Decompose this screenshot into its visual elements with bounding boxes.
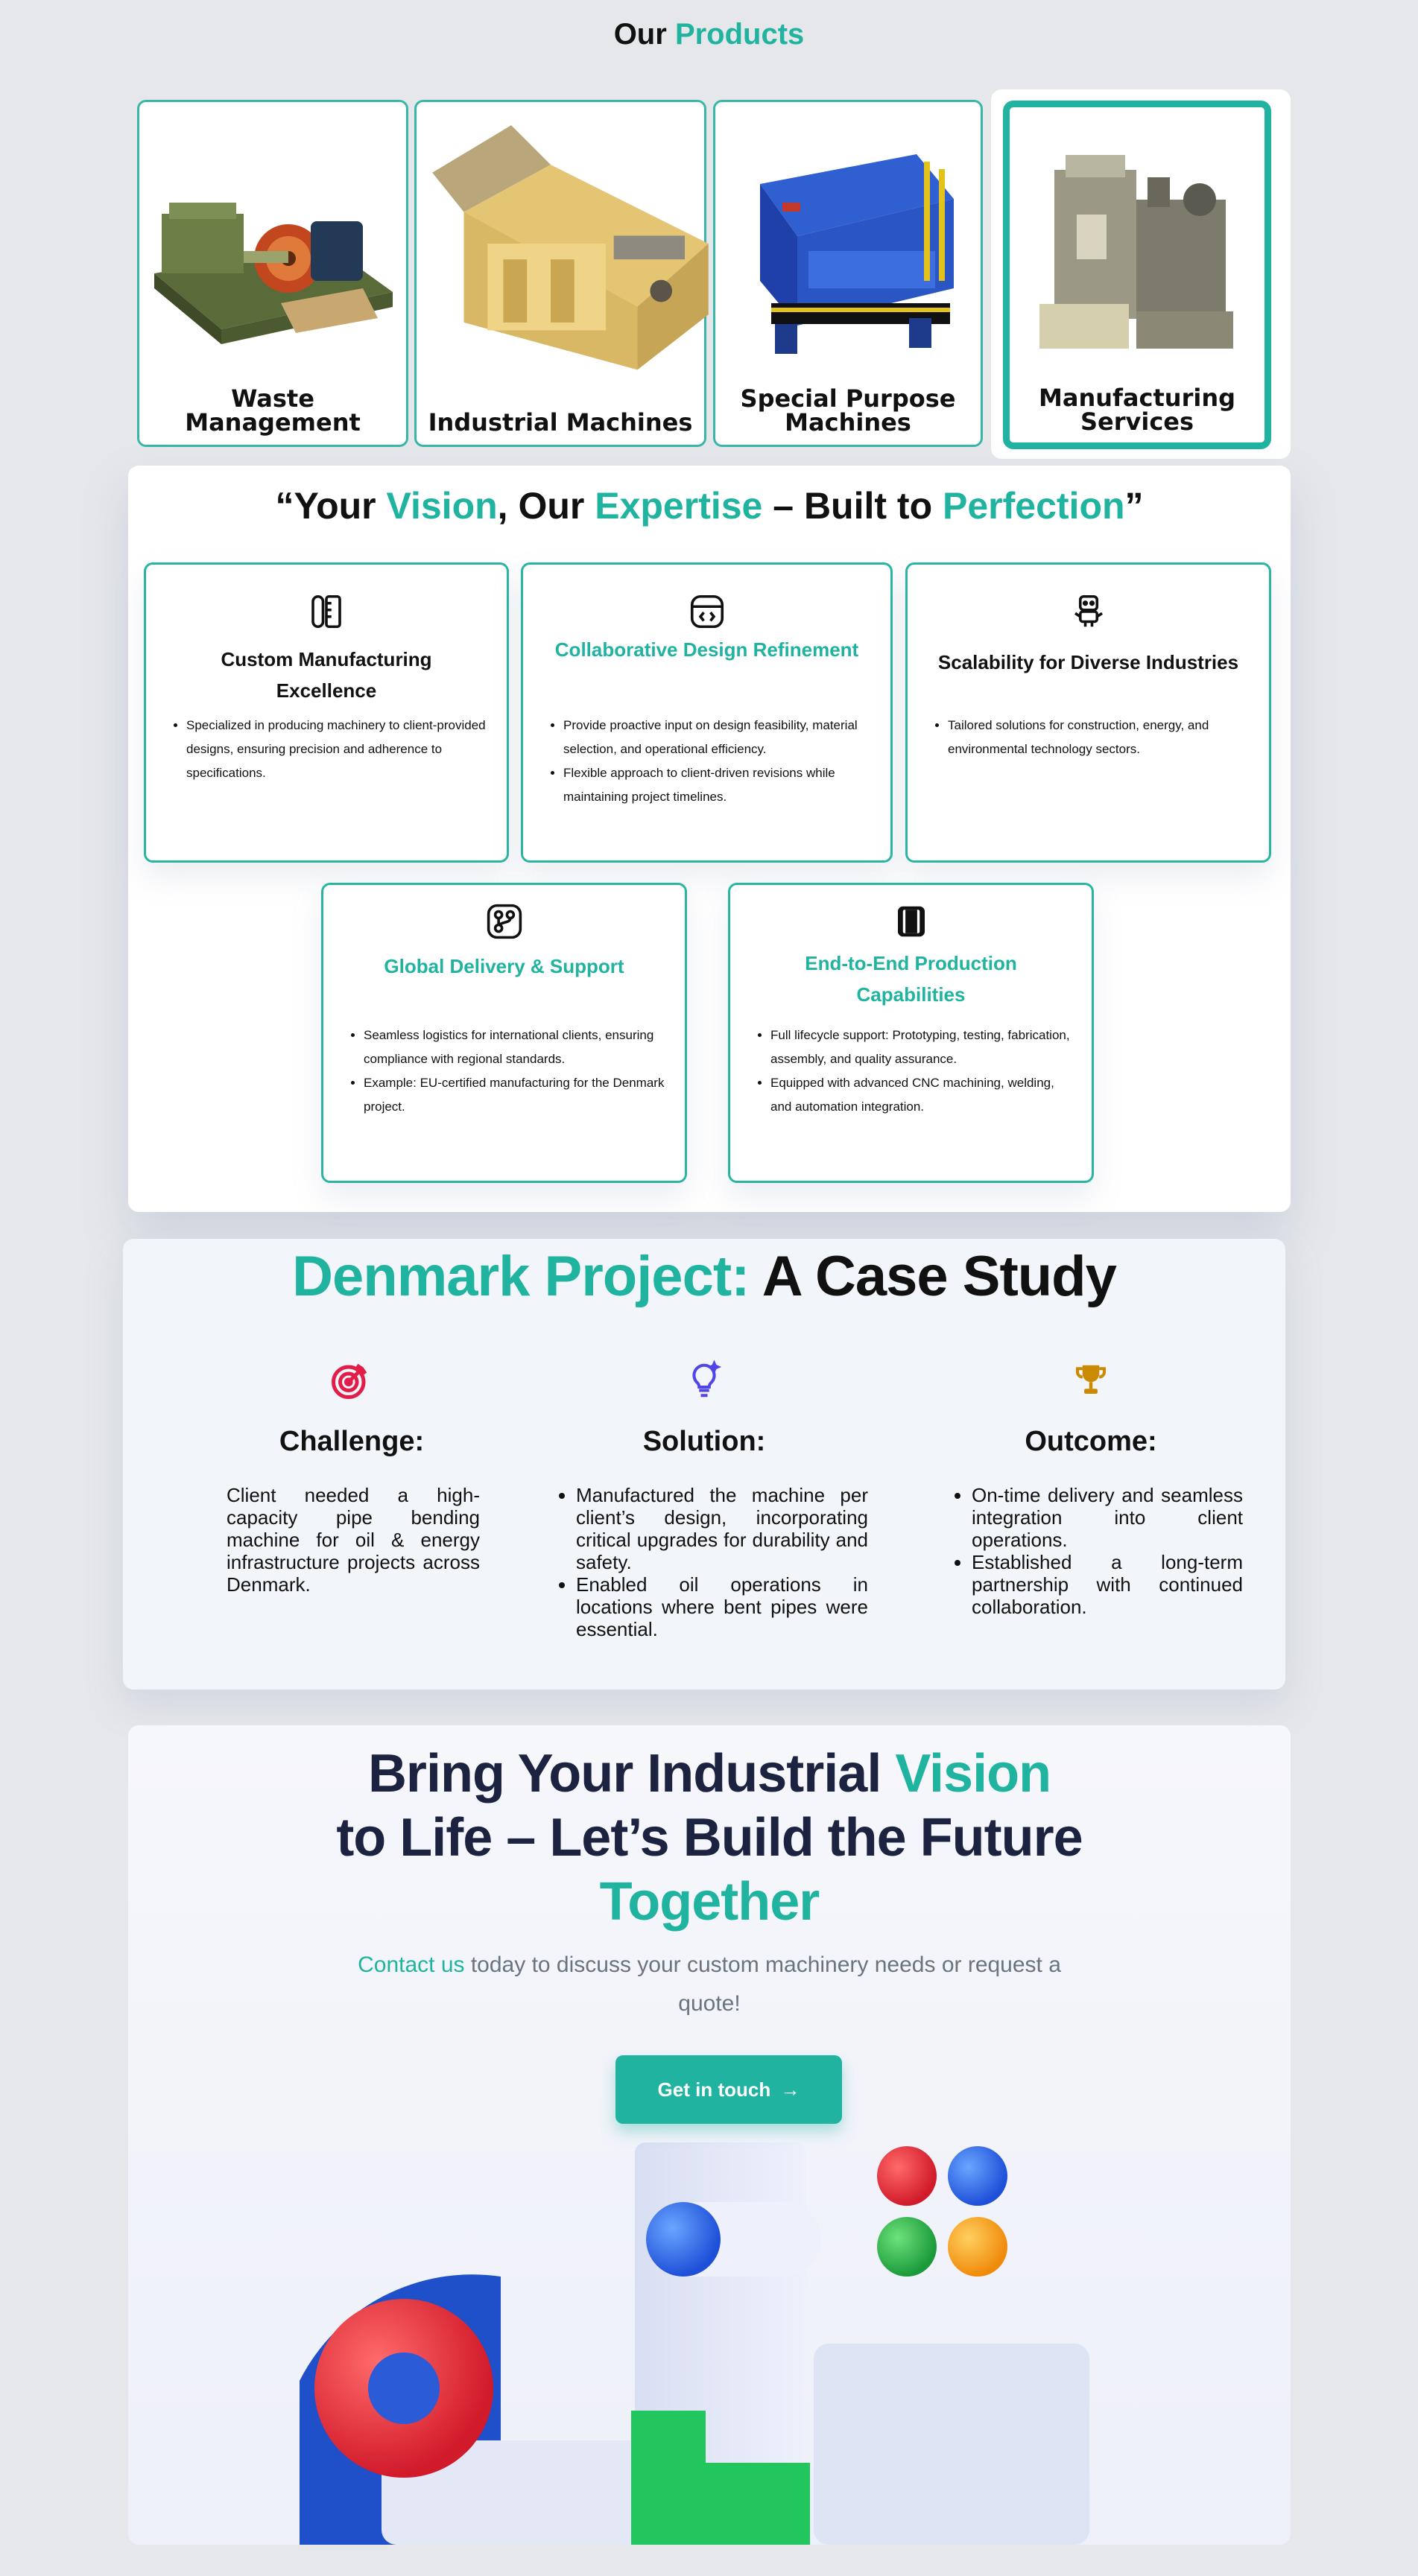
book-icon (897, 906, 925, 937)
shredder-machine-image (760, 154, 954, 354)
get-in-touch-button[interactable]: Get in touch → (615, 2055, 842, 2124)
robot-icon (1074, 594, 1103, 627)
feature-bullets: Tailored solutions for construction, ene… (930, 714, 1251, 761)
git-branch-icon (487, 904, 522, 939)
cta-3d-illustration (300, 2142, 1089, 2545)
features-heading: “Your Vision, Our Expertise – Built to P… (275, 485, 1144, 527)
solution-bullets: Manufactured the machine per client’s de… (557, 1484, 868, 1640)
case-study-title: Denmark Project: A Case Study (292, 1245, 1117, 1308)
lightbulb-icon (692, 1360, 722, 1398)
outcome-bullets: On-time delivery and seamless integratio… (952, 1484, 1243, 1618)
feature-card-global-delivery: Global Delivery & Support Seamless logis… (321, 883, 687, 1183)
target-icon (332, 1363, 367, 1399)
feature-card-scalability: Scalability for Diverse Industries Tailo… (905, 562, 1271, 863)
baler-machine-image (432, 125, 709, 370)
code-browser-icon (690, 594, 724, 629)
feature-card-end-to-end: End-to-End Production Capabilities Full … (728, 883, 1094, 1183)
feature-card-collaborative-design: Collaborative Design Refinement Provide … (521, 562, 893, 863)
trophy-icon (1075, 1365, 1107, 1394)
feature-bullets: Specialized in producing machinery to cl… (168, 714, 489, 785)
product-card-special-purpose-machines[interactable]: Special Purpose Machines (713, 100, 983, 447)
arrow-right-icon: → (780, 2078, 800, 2101)
feature-bullets: Seamless logistics for international cli… (346, 1024, 667, 1119)
cta-heading: Bring Your Industrial Vision to Life – L… (336, 1744, 1083, 1932)
feature-card-custom-manufacturing: Custom Manufacturing Excellence Speciali… (144, 562, 509, 863)
product-card-waste-management[interactable]: Waste Management (137, 100, 408, 447)
ruler-pencil-icon (311, 594, 341, 629)
manufacturing-unit-image (1039, 155, 1233, 349)
cta-subtitle: Contact us today to discuss your custom … (358, 1952, 1061, 2016)
feature-bullets: Full lifecycle support: Prototyping, tes… (753, 1024, 1074, 1119)
pipe-bending-machine-image (154, 203, 393, 344)
contact-us-link[interactable]: Contact us (358, 1952, 464, 1977)
product-card-industrial-machines[interactable]: Industrial Machines (414, 100, 709, 447)
product-card-manufacturing-services[interactable]: Manufacturing Services (1003, 101, 1271, 449)
feature-bullets: Provide proactive input on design feasib… (545, 714, 873, 809)
products-title: Our Products (613, 18, 805, 51)
